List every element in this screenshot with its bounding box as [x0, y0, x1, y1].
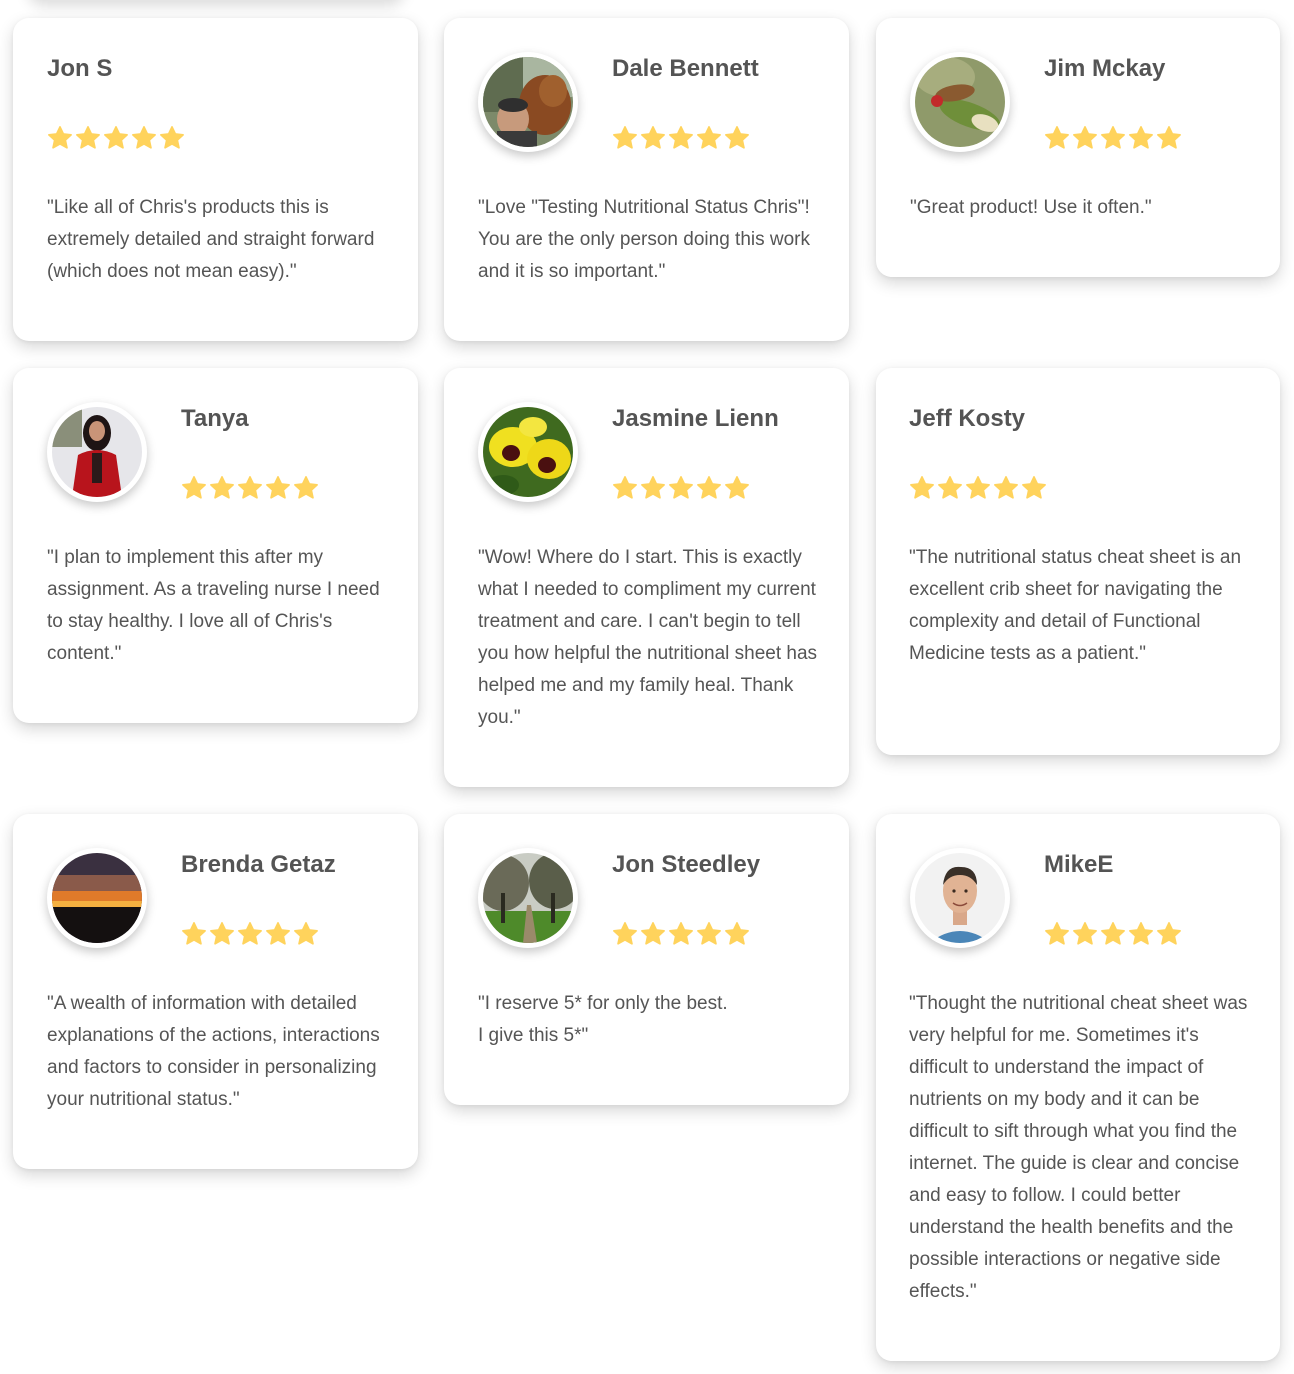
man-with-dog-photo: [483, 57, 573, 147]
star-icon: [668, 921, 694, 947]
reviewer-name: Jon Steedley: [612, 851, 761, 878]
review-card: Jon S "Like all of Chris's products this…: [13, 18, 418, 341]
avatar: [910, 848, 1010, 948]
star-icon: [293, 475, 319, 501]
star-icon: [237, 921, 263, 947]
review-text: "The nutritional status cheat sheet is a…: [909, 547, 1242, 664]
star-icon: [209, 475, 235, 501]
star-icon: [75, 125, 101, 151]
man-portrait-photo: [915, 853, 1005, 943]
star-rating: [181, 475, 319, 501]
star-icon: [668, 125, 694, 151]
star-icon: [181, 475, 207, 501]
avatar: [478, 402, 578, 502]
star-icon: [696, 125, 722, 151]
star-icon: [965, 475, 991, 501]
avatar: [910, 52, 1010, 152]
review-text: "Wow! Where do I start. This is exactly …: [478, 547, 818, 728]
star-icon: [724, 921, 750, 947]
review-text: "Thought the nutritional cheat sheet was…: [909, 993, 1248, 1302]
tree-lined-path-photo: [483, 853, 573, 943]
avatar: [478, 52, 578, 152]
reviewer-name: Jon S: [47, 55, 113, 82]
star-rating: [612, 921, 750, 947]
star-icon: [1128, 125, 1154, 151]
star-icon: [696, 475, 722, 501]
avatar: [47, 848, 147, 948]
review-card: Jim Mckay "Great product! Use it often.": [876, 18, 1280, 277]
star-icon: [640, 125, 666, 151]
review-text: "I plan to implement this after my assig…: [47, 547, 380, 664]
star-icon: [724, 125, 750, 151]
star-icon: [993, 475, 1019, 501]
reviewer-name: Jasmine Lienn: [612, 405, 779, 432]
reviewer-name: Jeff Kosty: [909, 405, 1026, 432]
star-icon: [1128, 921, 1154, 947]
star-icon: [909, 475, 935, 501]
review-card: Brenda Getaz "A wealth of information wi…: [13, 814, 418, 1169]
review-text: "Love "Testing Nutritional Status Chris"…: [478, 197, 811, 282]
reviewer-name: Jim Mckay: [1044, 55, 1166, 82]
review-text: "I reserve 5* for only the best. I give …: [478, 993, 728, 1046]
star-rating: [909, 475, 1047, 501]
star-icon: [696, 921, 722, 947]
review-card: MikeE "Thought the nutritional cheat she…: [876, 814, 1280, 1361]
star-rating: [181, 921, 319, 947]
star-icon: [265, 921, 291, 947]
star-rating: [1044, 921, 1182, 947]
review-card: Tanya "I plan to implement this after my…: [13, 368, 418, 723]
star-icon: [209, 921, 235, 947]
star-icon: [47, 125, 73, 151]
star-icon: [1100, 125, 1126, 151]
reviewer-name: Tanya: [181, 405, 249, 432]
star-icon: [181, 921, 207, 947]
star-icon: [131, 125, 157, 151]
star-icon: [1044, 125, 1070, 151]
star-icon: [1044, 921, 1070, 947]
yellow-pansy-photo: [483, 407, 573, 497]
star-icon: [640, 475, 666, 501]
star-icon: [668, 475, 694, 501]
star-icon: [1100, 921, 1126, 947]
star-icon: [293, 921, 319, 947]
reviewer-name: Brenda Getaz: [181, 851, 336, 878]
star-icon: [640, 921, 666, 947]
review-card: Jeff Kosty "The nutritional status cheat…: [876, 368, 1280, 755]
star-rating: [47, 125, 185, 151]
star-rating: [1044, 125, 1182, 151]
star-icon: [612, 125, 638, 151]
star-rating: [612, 125, 750, 151]
star-icon: [612, 921, 638, 947]
star-icon: [724, 475, 750, 501]
review-text: "Like all of Chris's products this is ex…: [47, 197, 375, 282]
avatar: [47, 402, 147, 502]
star-icon: [937, 475, 963, 501]
review-card: Jon Steedley "I reserve 5* for only the …: [444, 814, 849, 1105]
avatar: [478, 848, 578, 948]
review-card: Dale Bennett "Love "Testing Nutritional …: [444, 18, 849, 341]
sunset-photo: [52, 853, 142, 943]
star-icon: [1072, 921, 1098, 947]
star-icon: [103, 125, 129, 151]
star-icon: [1072, 125, 1098, 151]
review-card: Jasmine Lienn "Wow! Where do I start. Th…: [444, 368, 849, 787]
reviewer-name: Dale Bennett: [612, 55, 759, 82]
woman-in-red-dress-photo: [52, 407, 142, 497]
weasel-on-woodpecker-photo: [915, 57, 1005, 147]
star-rating: [612, 475, 750, 501]
star-icon: [612, 475, 638, 501]
reviewer-name: MikeE: [1044, 851, 1114, 878]
star-icon: [1021, 475, 1047, 501]
review-text: "A wealth of information with detailed e…: [47, 993, 380, 1110]
star-icon: [265, 475, 291, 501]
star-icon: [1156, 921, 1182, 947]
star-icon: [1156, 125, 1182, 151]
review-text: "Great product! Use it often.": [910, 197, 1152, 218]
star-icon: [159, 125, 185, 151]
star-icon: [237, 475, 263, 501]
